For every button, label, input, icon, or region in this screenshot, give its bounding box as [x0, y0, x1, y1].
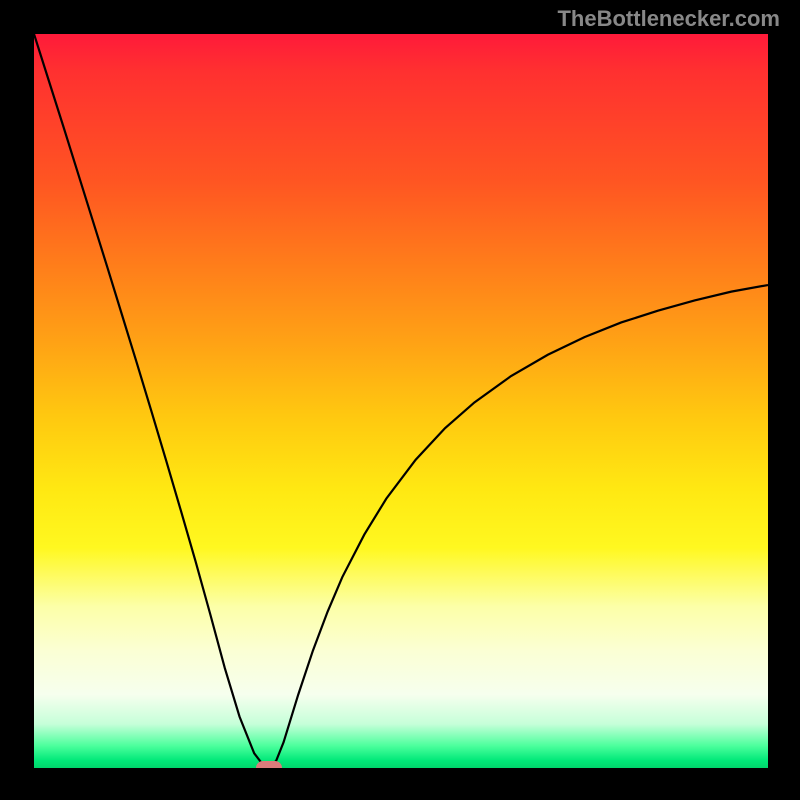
plot-area: [34, 34, 768, 768]
chart-container: TheBottlenecker.com: [0, 0, 800, 800]
bottleneck-curve: [34, 34, 768, 768]
attribution-text: TheBottlenecker.com: [557, 6, 780, 32]
optimal-point-marker: [256, 761, 282, 768]
